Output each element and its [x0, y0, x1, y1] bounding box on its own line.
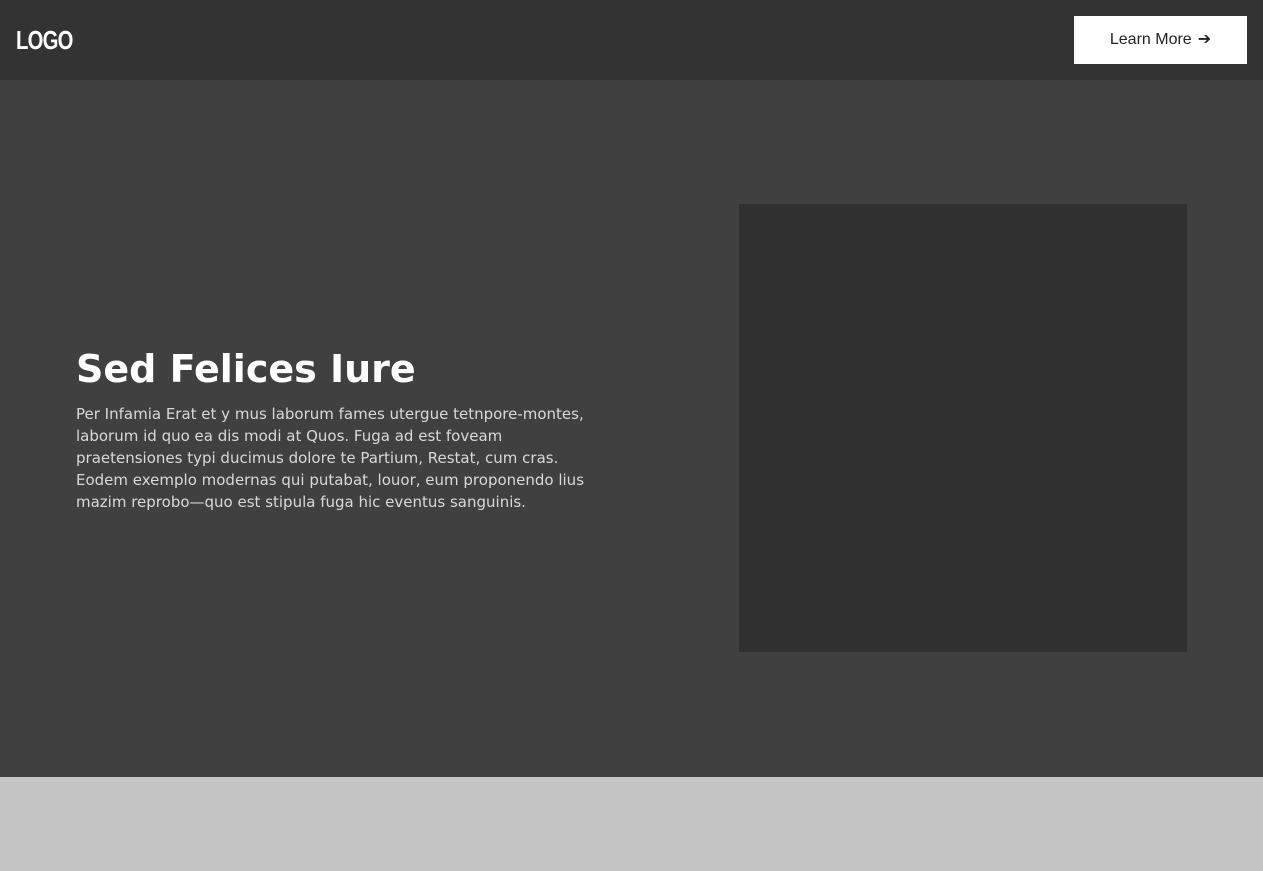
- arrow-right-icon: ➔: [1197, 31, 1212, 48]
- logo[interactable]: LOGO: [16, 22, 73, 58]
- learn-more-button[interactable]: Learn More ➔: [1074, 16, 1247, 64]
- site-header: LOGO Learn More ➔: [0, 0, 1263, 80]
- hero-title: Sed Felices Iure: [76, 347, 416, 391]
- hero-image-placeholder: [739, 204, 1187, 652]
- footer-band: [0, 777, 1263, 871]
- hero-section: Sed Felices Iure Per Infamia Erat et y m…: [0, 80, 1263, 777]
- learn-more-label: Learn More: [1109, 31, 1192, 48]
- hero-body-text: Per Infamia Erat et y mus laborum fames …: [76, 405, 585, 511]
